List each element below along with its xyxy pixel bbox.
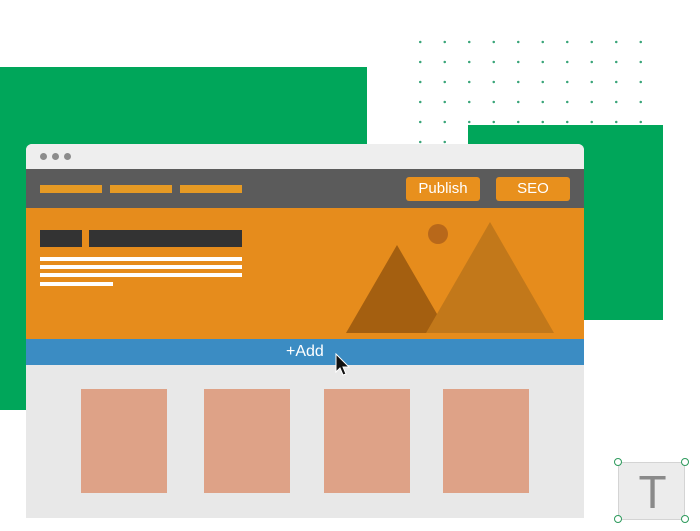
mountain-illustration <box>346 222 554 333</box>
add-section-label[interactable]: +Add <box>286 339 324 365</box>
hero-heading-block-short <box>40 230 82 247</box>
text-tool-icon[interactable]: T <box>618 462 685 520</box>
seo-button[interactable]: SEO <box>496 177 570 201</box>
hero-section[interactable] <box>26 208 584 339</box>
hero-text-line <box>40 265 242 269</box>
window-titlebar <box>26 144 584 169</box>
content-card[interactable] <box>324 389 410 493</box>
hero-text-line <box>40 257 242 261</box>
content-card[interactable] <box>81 389 167 493</box>
nav-item-1[interactable] <box>40 185 102 193</box>
sun-icon <box>428 224 448 244</box>
resize-handle-bottom-left[interactable] <box>614 515 622 523</box>
nav-item-2[interactable] <box>110 185 172 193</box>
window-dots-icon <box>64 153 71 160</box>
resize-handle-top-left[interactable] <box>614 458 622 466</box>
publish-button[interactable]: Publish <box>406 177 480 201</box>
text-tool-glyph: T <box>638 466 667 518</box>
resize-handle-bottom-right[interactable] <box>681 515 689 523</box>
add-section-bar[interactable]: +Add <box>26 339 584 376</box>
website-builder-window: Publish SEO +Add <box>26 144 584 518</box>
mountain-small <box>346 245 448 333</box>
hero-text-line <box>40 282 113 286</box>
window-dots-icon <box>40 153 47 160</box>
window-dots-icon <box>52 153 59 160</box>
hero-text-line <box>40 273 242 277</box>
site-navbar: Publish SEO <box>26 169 584 208</box>
hero-heading-block-long <box>89 230 242 247</box>
nav-item-3[interactable] <box>180 185 242 193</box>
content-card[interactable] <box>204 389 290 493</box>
resize-handle-top-right[interactable] <box>681 458 689 466</box>
content-card[interactable] <box>443 389 529 493</box>
cursor-icon <box>335 353 351 376</box>
